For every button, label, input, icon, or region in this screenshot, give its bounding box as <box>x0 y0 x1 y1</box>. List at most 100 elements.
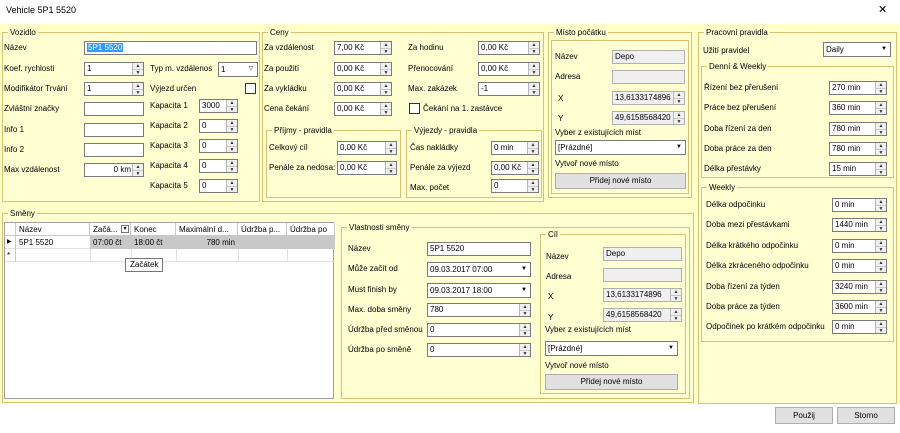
info1-input[interactable] <box>84 123 144 137</box>
new-row-marker: * <box>5 249 16 262</box>
vozidlo-legend: Vozidlo <box>8 28 38 37</box>
rizeni-bez-spinner[interactable]: 270 min ▲ ▼ <box>829 81 887 95</box>
kapacita-5-spinner[interactable]: 0 ▲ ▼ <box>199 179 238 193</box>
maxdoba-spinner[interactable]: 780 ▲ ▼ <box>427 303 531 317</box>
zkraceny-odpocinek-spinner[interactable]: 0 min ▲ ▼ <box>832 259 887 273</box>
cell-nazev[interactable]: 5P1 5520 <box>16 236 90 249</box>
udrzba-po-label: Údržba po směně <box>348 345 412 354</box>
misto-adresa-input[interactable] <box>612 70 685 84</box>
za-vzdalenost-label: Za vzdálenost <box>264 43 314 52</box>
delka-odpocinku-label: Délka odpočinku <box>706 200 766 209</box>
cil-nazev-input[interactable]: Depo <box>603 247 682 261</box>
za-vykladku-label: Za vykládku <box>264 84 307 93</box>
kratky-odpocinek-spinner[interactable]: 0 min ▲ ▼ <box>832 239 887 253</box>
vlastnosti-legend: Vlastnosti směny <box>347 223 412 232</box>
col-udrzba-po[interactable]: Údržba po <box>287 223 335 236</box>
prace-bez-spinner[interactable]: 360 min ▲ ▼ <box>829 101 887 115</box>
delka-prestavky-label: Délka přestávky <box>704 164 761 173</box>
cil-pridej-button[interactable]: Přidej nové místo <box>545 374 678 390</box>
uziti-select[interactable]: Daily ▼ <box>823 42 891 57</box>
rizeni-tyden-label: Doba řízení za týden <box>706 282 780 291</box>
misto-y-spinner[interactable]: 49,6158568420 ▲ ▼ <box>612 111 685 125</box>
muze-select[interactable]: 09.03.2017 07:00 ▼ <box>427 262 531 277</box>
cil-x-spinner[interactable]: 13,6133174896 ▲ ▼ <box>603 288 682 302</box>
maxdoba-label: Max. doba směny <box>348 305 412 314</box>
cena-cekani-spinner[interactable]: 0,00 Kč ▲ ▼ <box>334 102 392 116</box>
kapacita-2-spinner[interactable]: 0 ▲ ▼ <box>199 119 238 133</box>
smena-nazev-input[interactable]: 5P1 5520 <box>427 242 531 256</box>
uziti-label: Užití pravidel <box>703 46 750 55</box>
cil-vyber-label: Vyber z existujících míst <box>545 325 631 334</box>
smeny-grid[interactable]: Název Začá... ▾ Konec Maximální d... Údrž… <box>4 222 335 399</box>
table-row[interactable]: ▶ 5P1 5520 07:00 čt 18:00 čt 780 min <box>5 236 335 249</box>
col-maximalni[interactable]: Maximální d... <box>176 223 238 236</box>
mezi-prestavkami-spinner[interactable]: 1440 min ▲ ▼ <box>832 218 887 232</box>
col-nazev[interactable]: Název <box>16 223 90 236</box>
cell-udrzba-po[interactable] <box>287 236 335 249</box>
max-pocet-spinner[interactable]: 0 ▲ ▼ <box>491 179 539 193</box>
chevron-down-icon: ▽ <box>248 66 254 72</box>
max-zakazek-label: Max. zakázek <box>408 84 457 93</box>
prace-den-spinner[interactable]: 780 min ▲ ▼ <box>829 142 887 156</box>
misto-nazev-input[interactable]: Depo <box>612 50 685 64</box>
udrzba-pred-spinner[interactable]: 0 ▲ ▼ <box>427 323 531 337</box>
cell-zacatek[interactable]: 07:00 čt <box>90 236 131 249</box>
delka-prestavky-spinner[interactable]: 15 min ▲ ▼ <box>829 162 887 176</box>
celkovy-spinner[interactable]: 0,00 Kč ▲ ▼ <box>337 141 397 155</box>
kapacita-3-spinner[interactable]: 0 ▲ ▼ <box>199 139 238 153</box>
cas-nakladky-spinner[interactable]: 0 min ▲ ▼ <box>491 141 539 155</box>
za-hodinu-spinner[interactable]: 0,00 Kč ▲ ▼ <box>478 41 540 55</box>
cil-y-spinner[interactable]: 49,6158568420 ▲ ▼ <box>603 308 682 322</box>
vyjezd-checkbox[interactable] <box>245 83 256 94</box>
col-zacatek[interactable]: Začá... ▾ <box>90 223 131 236</box>
kapacita-4-spinner[interactable]: 0 ▲ ▼ <box>199 159 238 173</box>
cell-konec[interactable]: 18:00 čt <box>131 236 176 249</box>
za-pouziti-spinner[interactable]: 0,00 Kč ▲ ▼ <box>334 62 392 76</box>
zvlastni-input[interactable] <box>84 102 144 116</box>
chevron-down-icon: ▼ <box>521 287 527 293</box>
close-icon[interactable]: ✕ <box>878 4 887 16</box>
za-vzdalenost-spinner[interactable]: 7,00 Kč ▲ ▼ <box>334 41 392 55</box>
info2-input[interactable] <box>84 143 144 157</box>
cena-cekani-label: Cena čekání <box>264 104 309 113</box>
storno-button[interactable]: Storno <box>837 407 895 424</box>
pouzij-button[interactable]: Použij <box>775 407 833 424</box>
new-row[interactable]: * <box>5 249 335 262</box>
prace-den-label: Doba práce za den <box>704 144 772 153</box>
cil-nazev-label: Název <box>546 252 569 261</box>
cil-vyber-select[interactable]: [Prázdné] ▼ <box>545 341 678 356</box>
prace-tyden-spinner[interactable]: 3600 min ▲ ▼ <box>832 300 887 314</box>
zvlastni-label: Zvláštní značky <box>4 104 60 113</box>
info2-label: Info 2 <box>4 145 25 154</box>
penale-vyjezd-label: Penále za výjezd <box>410 163 471 172</box>
col-konec[interactable]: Konec <box>131 223 176 236</box>
misto-vyber-select[interactable]: [Prázdné] ▼ <box>555 140 686 155</box>
must-select[interactable]: 09.03.2017 18:00 ▼ <box>427 283 531 298</box>
col-udrzba-pred[interactable]: Údržba p... <box>238 223 287 236</box>
cell-maximalni[interactable]: 780 min <box>176 236 238 249</box>
cell-udrzba-pred[interactable] <box>238 236 287 249</box>
filter-icon[interactable]: ▾ <box>121 225 129 233</box>
typm-label: Typ m. vzdálenos <box>150 64 213 73</box>
rizeni-tyden-spinner[interactable]: 3240 min ▲ ▼ <box>832 280 887 294</box>
za-vykladku-spinner[interactable]: 0,00 Kč ▲ ▼ <box>334 82 392 96</box>
koef-spinner[interactable]: 1 ▲ ▼ <box>84 62 144 76</box>
po-kratkem-spinner[interactable]: 0 min ▲ ▼ <box>832 320 887 334</box>
kapacita-1-spinner[interactable]: 3000 ▲ ▼ <box>199 99 238 113</box>
cil-adresa-input[interactable] <box>603 268 682 282</box>
misto-x-spinner[interactable]: 13,6133174896 ▲ ▼ <box>612 91 685 105</box>
maxvzd-spinner[interactable]: 0 km ▲ ▼ <box>84 163 144 177</box>
delka-odpocinku-spinner[interactable]: 0 min ▲ ▼ <box>832 198 887 212</box>
penale-nedosa-spinner[interactable]: 0,00 Kč ▲ ▼ <box>337 161 397 175</box>
udrzba-po-spinner[interactable]: 0 ▲ ▼ <box>427 343 531 357</box>
nazev-input[interactable]: 5P1 5520 <box>84 41 257 55</box>
misto-legend: Místo počátku <box>554 28 608 37</box>
max-zakazek-spinner[interactable]: -1 ▲ ▼ <box>478 82 540 96</box>
cekani-checkbox[interactable] <box>409 103 420 114</box>
rizeni-den-spinner[interactable]: 780 min ▲ ▼ <box>829 122 887 136</box>
modif-spinner[interactable]: 1 ▲ ▼ <box>84 82 144 96</box>
misto-pridej-button[interactable]: Přidej nové místo <box>555 173 686 189</box>
prenocovani-spinner[interactable]: 0,00 Kč ▲ ▼ <box>478 62 540 76</box>
penale-vyjezd-spinner[interactable]: 0,00 Kč ▲ ▼ <box>491 161 539 175</box>
typm-select[interactable]: 1 ▽ <box>218 62 258 77</box>
